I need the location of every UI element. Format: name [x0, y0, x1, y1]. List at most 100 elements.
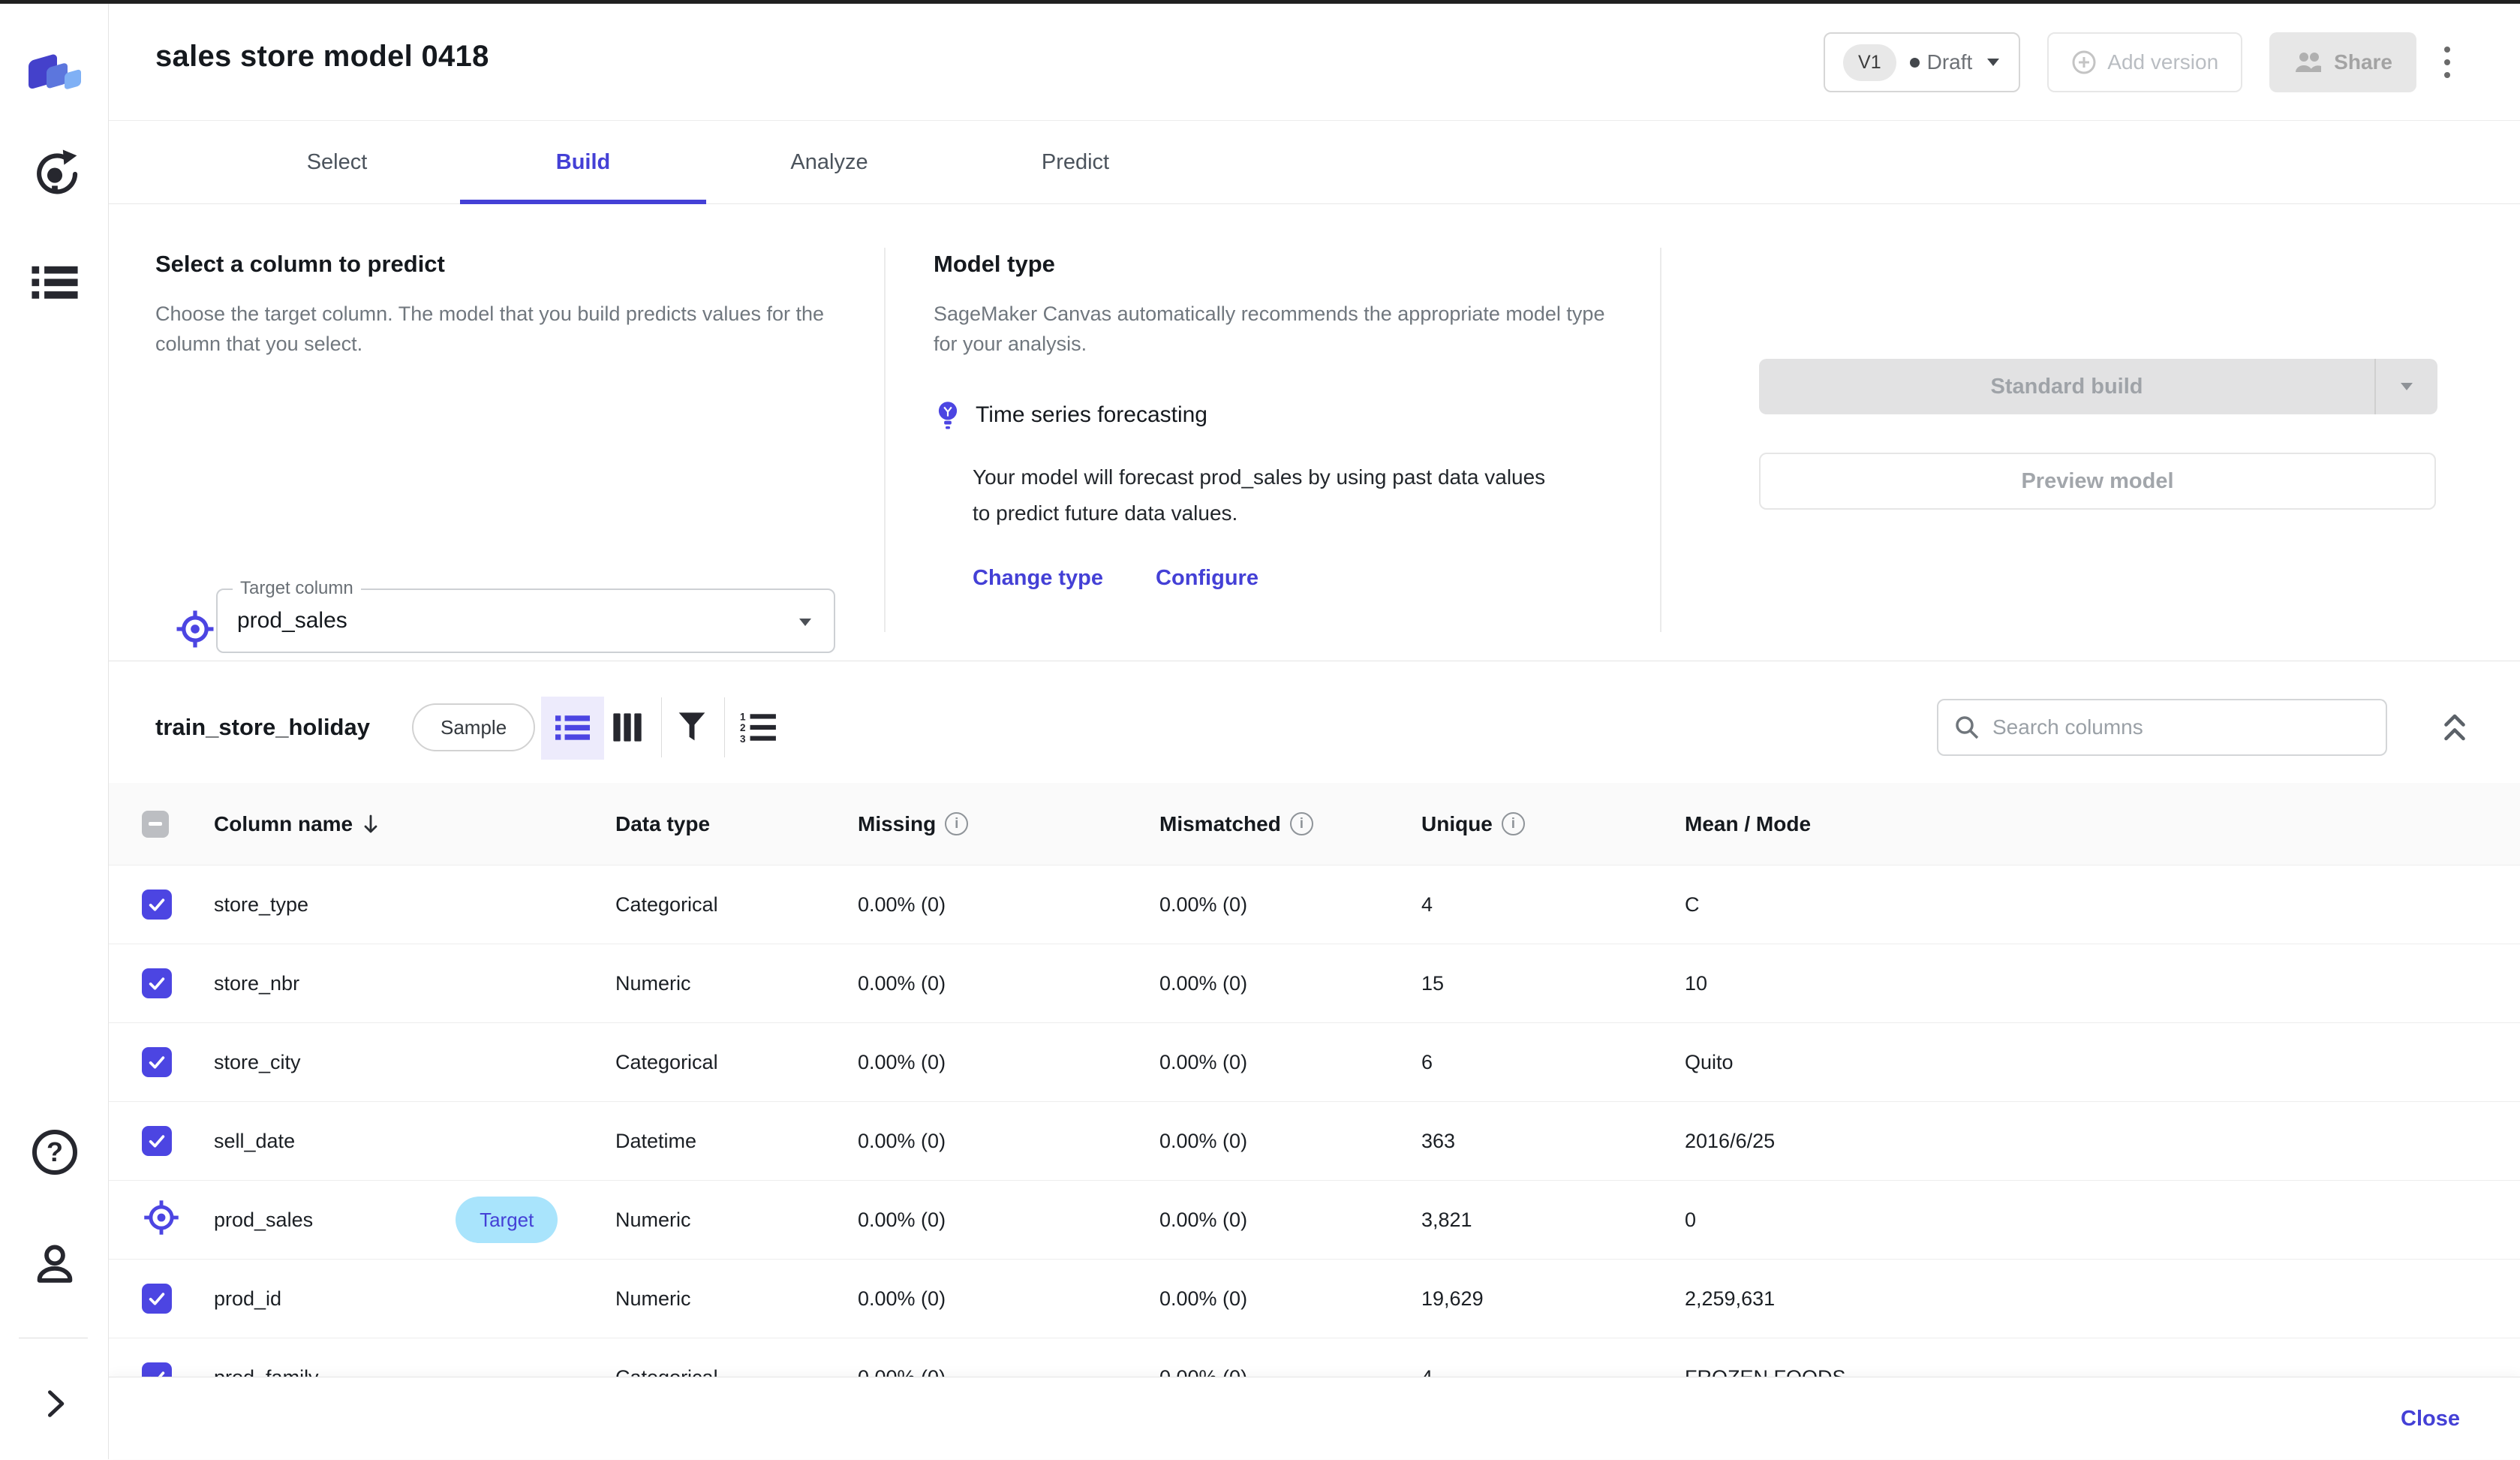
grid-view-icon: [612, 712, 643, 743]
toolbar-divider: [661, 697, 662, 757]
mismatched-value: 0.00% (0): [1159, 1051, 1247, 1073]
configure-link[interactable]: Configure: [1156, 566, 1258, 591]
filter-icon: [677, 711, 707, 744]
data-type: Datetime: [615, 1130, 696, 1152]
sorted-list-icon: 1 2 3: [740, 711, 777, 744]
svg-text:1: 1: [740, 712, 746, 723]
more-options-button[interactable]: [2443, 45, 2451, 80]
mismatched-value: 0.00% (0): [1159, 972, 1247, 995]
list-view-button[interactable]: [541, 697, 604, 760]
add-version-button[interactable]: Add version: [2047, 32, 2242, 92]
version-status-label: Draft: [1927, 50, 1973, 74]
mean-mode-value: 10: [1685, 972, 1707, 995]
mean-mode-value: 0: [1685, 1209, 1696, 1231]
data-type: Numeric: [615, 972, 691, 995]
grid-view-button[interactable]: [609, 709, 646, 746]
tab-select[interactable]: Select: [214, 121, 460, 203]
sample-badge[interactable]: Sample: [412, 703, 535, 751]
table-row: store_typeCategorical0.00% (0)0.00% (0)4…: [109, 865, 2520, 944]
target-badge: Target: [456, 1197, 558, 1243]
my-models-icon[interactable]: [0, 149, 109, 200]
target-column-value: prod_sales: [218, 590, 834, 652]
search-columns-input[interactable]: [1992, 715, 2353, 739]
info-icon[interactable]: i: [1502, 812, 1525, 835]
table-row: store_nbrNumeric0.00% (0)0.00% (0)1510: [109, 944, 2520, 1023]
page-title: sales store model 0418: [155, 40, 489, 74]
standard-build-label: Standard build: [1759, 359, 2374, 414]
mismatched-value: 0.00% (0): [1159, 1287, 1247, 1310]
row-checkbox[interactable]: [142, 1284, 172, 1314]
share-button[interactable]: Share: [2269, 32, 2416, 92]
people-icon: [2293, 50, 2323, 74]
kebab-icon: [2443, 45, 2451, 80]
table-row: sell_dateDatetime0.00% (0)0.00% (0)36320…: [109, 1102, 2520, 1181]
chevron-down-icon: [2399, 381, 2414, 392]
col-header-missing: Missing: [858, 812, 936, 836]
section-divider: [884, 248, 886, 632]
target-icon: [142, 1198, 181, 1242]
column-name: store_city: [214, 1051, 301, 1074]
build-panel: Select a column to predict Choose the ta…: [109, 204, 2520, 661]
app-sidebar: ?: [0, 0, 109, 1459]
tab-predict[interactable]: Predict: [952, 121, 1198, 203]
missing-value: 0.00% (0): [858, 893, 946, 916]
datasets-list-icon[interactable]: [0, 264, 109, 302]
missing-value: 0.00% (0): [858, 1051, 946, 1073]
table-header: Column name Data type Missingi Mismatche…: [109, 783, 2520, 865]
dataset-toolbar: train_store_holiday Sample 1 2 3: [109, 695, 2520, 760]
chevron-down-icon: [798, 617, 813, 628]
missing-value: 0.00% (0): [858, 1287, 946, 1310]
mean-mode-value: 2,259,631: [1685, 1287, 1775, 1310]
mismatched-value: 0.00% (0): [1159, 1209, 1247, 1231]
change-type-link[interactable]: Change type: [973, 566, 1103, 591]
target-icon: [174, 608, 216, 654]
svg-text:2: 2: [740, 722, 746, 733]
preview-model-button[interactable]: Preview model: [1759, 453, 2436, 510]
select-all-checkbox[interactable]: [142, 811, 169, 838]
col-header-name: Column name: [214, 812, 353, 836]
info-icon[interactable]: i: [1290, 812, 1313, 835]
standard-build-button[interactable]: Standard build: [1759, 359, 2437, 414]
target-section-description: Choose the target column. The model that…: [155, 299, 831, 359]
collapse-panel-button[interactable]: [2434, 704, 2476, 751]
col-header-unique: Unique: [1421, 812, 1493, 836]
unique-value: 3,821: [1421, 1209, 1472, 1231]
table-row: prod_idNumeric0.00% (0)0.00% (0)19,6292,…: [109, 1260, 2520, 1338]
mean-mode-value: 2016/6/25: [1685, 1130, 1775, 1152]
version-badge: V1: [1843, 44, 1896, 81]
expand-sidebar-icon[interactable]: [0, 1386, 109, 1422]
help-icon[interactable]: ?: [0, 1127, 109, 1177]
sort-descending-icon[interactable]: [362, 814, 380, 835]
mismatched-value: 0.00% (0): [1159, 893, 1247, 916]
svg-text:?: ?: [47, 1136, 63, 1167]
column-name: store_nbr: [214, 972, 299, 995]
info-icon[interactable]: i: [945, 812, 968, 835]
row-checkbox[interactable]: [142, 968, 172, 998]
target-column-select[interactable]: Target column prod_sales: [216, 589, 835, 653]
mean-mode-value: Quito: [1685, 1051, 1734, 1073]
col-header-mismatched: Mismatched: [1159, 812, 1281, 836]
unique-value: 4: [1421, 893, 1433, 916]
tab-analyze[interactable]: Analyze: [706, 121, 952, 203]
model-tabbar: SelectBuildAnalyzePredict: [109, 121, 2520, 204]
missing-value: 0.00% (0): [858, 972, 946, 995]
sagemaker-canvas-logo: [0, 39, 109, 99]
lightbulb-icon: [937, 401, 959, 435]
model-type-description: SageMaker Canvas automatically recommend…: [934, 299, 1616, 359]
table-row: prod_salesTargetNumeric0.00% (0)0.00% (0…: [109, 1181, 2520, 1260]
toolbar-divider: [724, 697, 725, 757]
row-checkbox[interactable]: [142, 890, 172, 920]
row-checkbox[interactable]: [142, 1047, 172, 1077]
account-icon[interactable]: [0, 1240, 109, 1288]
column-name: sell_date: [214, 1130, 295, 1153]
sorted-list-button[interactable]: 1 2 3: [738, 707, 780, 748]
search-icon: [1953, 714, 1980, 741]
unique-value: 6: [1421, 1051, 1433, 1073]
tab-build[interactable]: Build: [460, 121, 706, 203]
row-checkbox[interactable]: [142, 1126, 172, 1156]
close-button[interactable]: Close: [2401, 1377, 2460, 1460]
share-label: Share: [2334, 50, 2392, 74]
filter-button[interactable]: [673, 707, 711, 748]
version-selector[interactable]: V1 Draft: [1824, 32, 2020, 92]
build-options-caret[interactable]: [2374, 359, 2437, 414]
